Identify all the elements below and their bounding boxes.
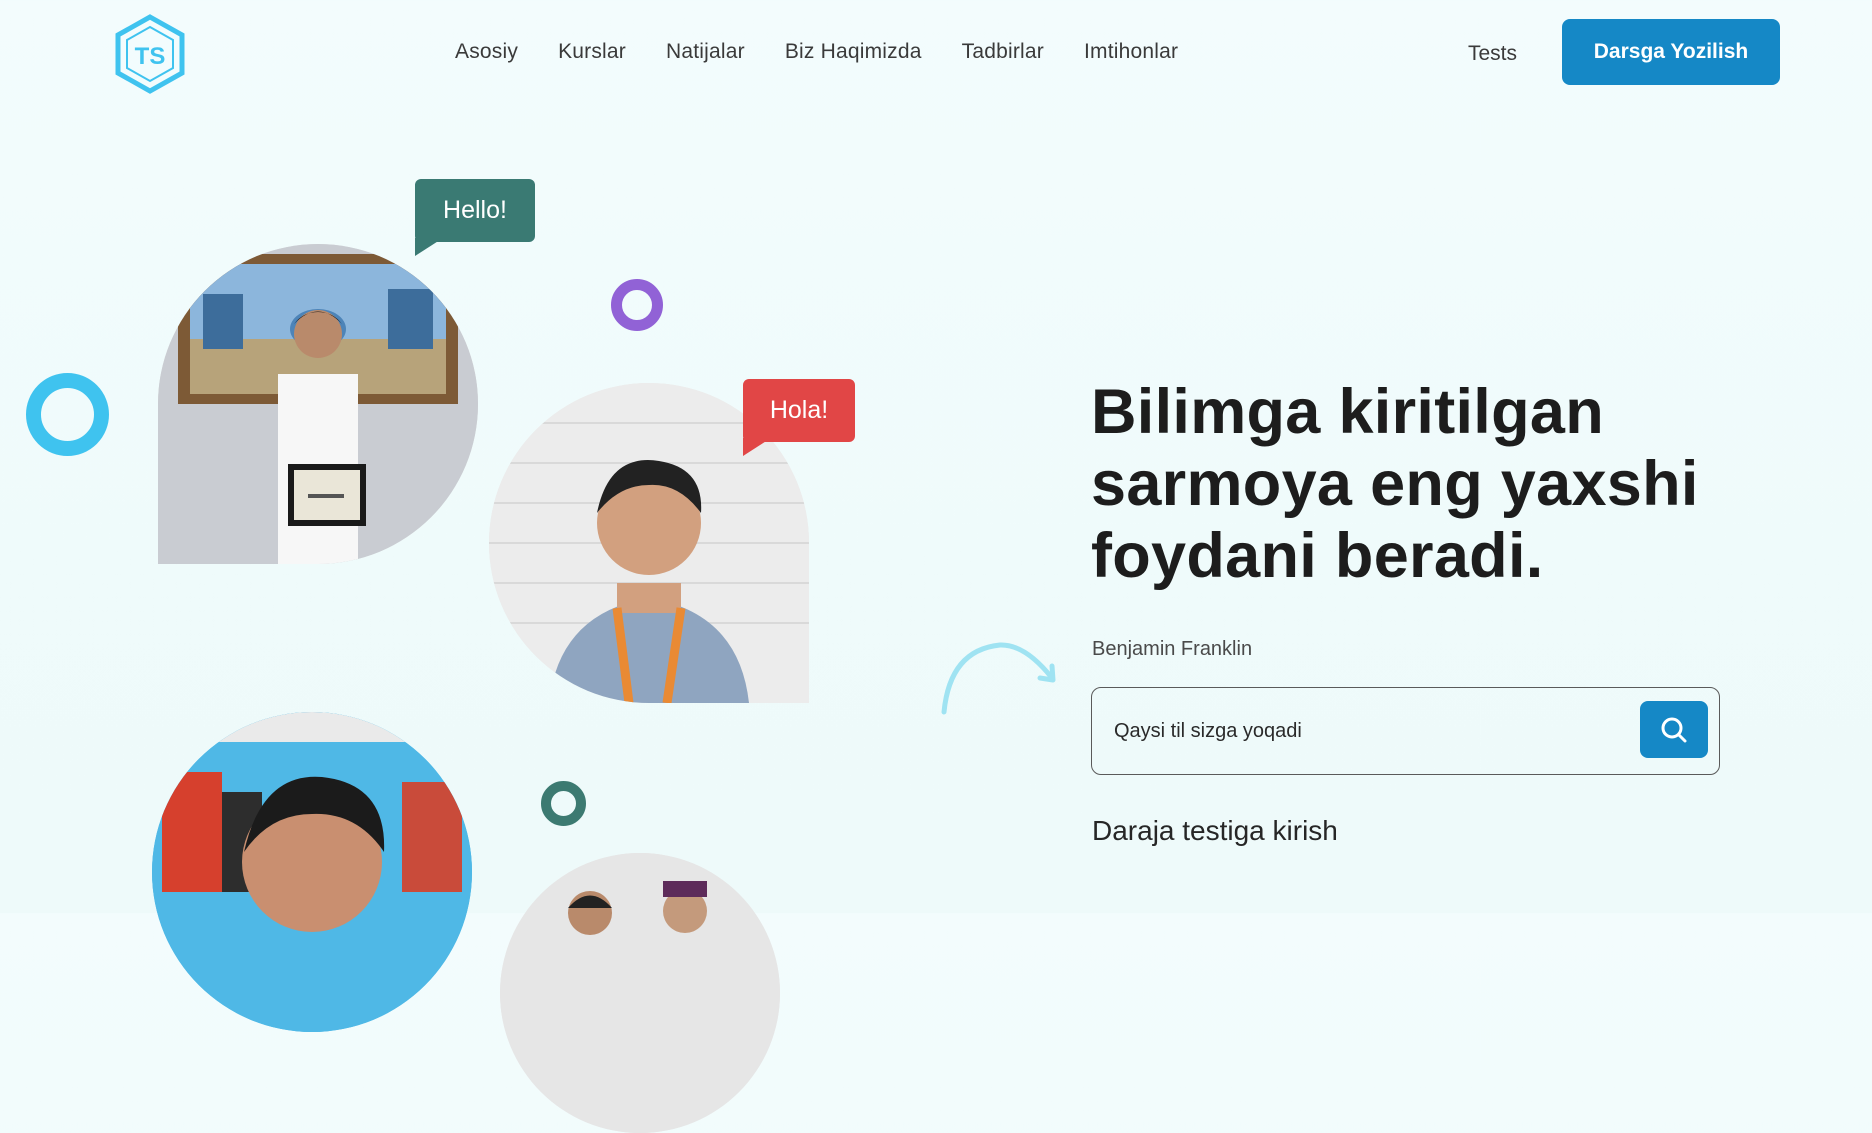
hero-title-line: Bilimga kiritilgan [1091, 377, 1604, 447]
curved-arrow-icon [941, 642, 1056, 715]
nav-item-kurslar[interactable]: Kurslar [558, 40, 626, 64]
hola-bubble: Hola! [743, 379, 855, 442]
nav-item-biz-haqimizda[interactable]: Biz Haqimizda [785, 40, 922, 64]
student-photo-diploma [158, 244, 478, 564]
search-button[interactable] [1640, 701, 1708, 758]
logo-text: TS [135, 43, 166, 70]
hexagon-logo-icon: TS [115, 14, 185, 94]
enroll-button[interactable]: Darsga Yozilish [1562, 19, 1780, 85]
nav-item-imtihonlar[interactable]: Imtihonlar [1084, 40, 1178, 64]
hero-title: Bilimga kiritilgan sarmoya eng yaxshi fo… [1091, 376, 1791, 592]
main-nav: Asosiy Kurslar Natijalar Biz Haqimizda T… [455, 40, 1218, 64]
hero-title-line: sarmoya eng yaxshi [1091, 449, 1699, 519]
search-icon [1661, 717, 1687, 742]
tests-link[interactable]: Tests [1468, 42, 1517, 66]
nav-item-natijalar[interactable]: Natijalar [666, 40, 745, 64]
nav-item-tadbirlar[interactable]: Tadbirlar [962, 40, 1044, 64]
student-photo-group [500, 853, 780, 1133]
decorative-ring-blue [26, 373, 109, 456]
nav-item-asosiy[interactable]: Asosiy [455, 40, 518, 64]
quote-author: Benjamin Franklin [1092, 638, 1253, 660]
hello-bubble: Hello! [415, 179, 535, 242]
language-search-input[interactable] [1112, 710, 1616, 752]
hero-title-line: foydani beradi. [1091, 521, 1544, 591]
level-test-link[interactable]: Daraja testiga kirish [1092, 815, 1338, 847]
student-photo-bookstore [152, 712, 472, 1032]
decorative-ring-teal [541, 781, 586, 826]
site-logo[interactable]: TS [114, 14, 186, 94]
decorative-ring-purple [611, 279, 663, 331]
language-search-box [1091, 687, 1720, 775]
